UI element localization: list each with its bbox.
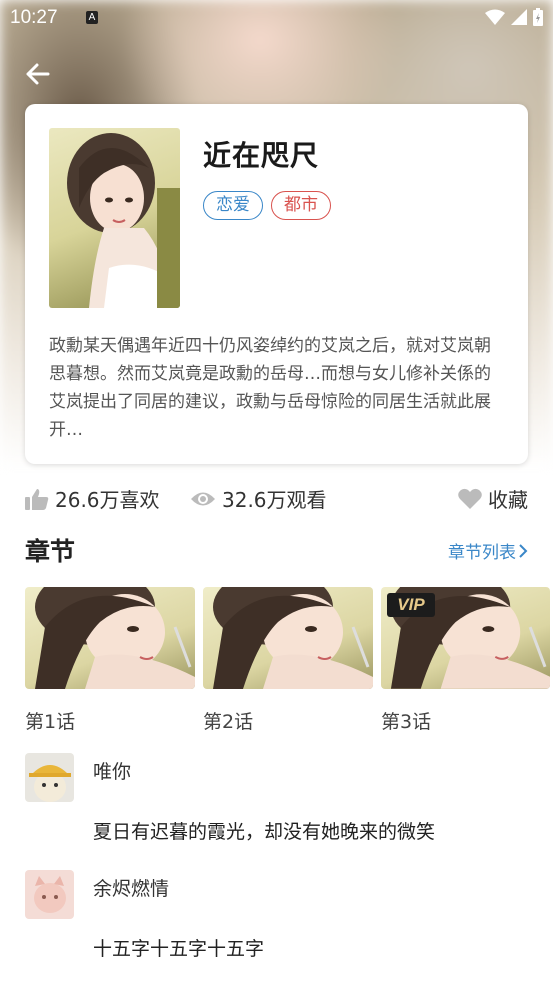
chapter-item[interactable]: 第1话: [25, 587, 195, 734]
notification-icon: A: [86, 11, 98, 24]
thumbs-up-icon: [25, 488, 49, 510]
chapter-list-label: 章节列表: [448, 543, 516, 563]
chapters-title: 章节: [25, 537, 76, 566]
favorite-button[interactable]: 收藏: [458, 484, 528, 513]
eye-icon: [191, 492, 215, 505]
comic-title: 近在咫尺: [203, 139, 320, 172]
vip-badge: VIP: [387, 593, 435, 617]
favorite-label: 收藏: [488, 488, 528, 512]
comic-cover-image: [49, 128, 180, 308]
chapter-item[interactable]: 第2话: [203, 587, 373, 734]
chapter-thumbnail: [203, 587, 373, 689]
views-count: 32.6万观看: [222, 488, 327, 512]
status-bar: 10:27 A: [0, 0, 553, 38]
chapter-label: 第1话: [25, 711, 76, 733]
tag-list: 恋爱 都市: [203, 191, 331, 220]
likes-count: 26.6万喜欢: [55, 488, 160, 512]
comic-info-card: 近在咫尺 恋爱 都市 政勳某天偶遇年近四十仍风姿绰约的艾岚之后，就对艾岚朝思暮想…: [25, 104, 528, 464]
tag-urban[interactable]: 都市: [271, 191, 331, 220]
chapter-thumbnail: VIP: [381, 587, 550, 689]
chapters-header: 章节 章节列表: [25, 530, 528, 566]
wifi-icon: [485, 9, 505, 25]
tag-romance[interactable]: 恋爱: [203, 191, 263, 220]
avatar[interactable]: [25, 753, 74, 802]
chapter-list-link[interactable]: 章节列表: [448, 538, 528, 563]
status-time: 10:27: [10, 7, 58, 28]
comment-text: 十五字十五字十五字: [93, 938, 265, 960]
comment-text: 夏日有迟暮的霞光，却没有她晚来的微笑: [93, 821, 436, 843]
arrow-left-icon: [26, 63, 50, 85]
views-stat: 32.6万观看: [190, 484, 327, 513]
comic-description: 政勳某天偶遇年近四十仍风姿绰约的艾岚之后，就对艾岚朝思暮想。然而艾岚竟是政勳的岳…: [49, 336, 491, 440]
back-button[interactable]: [22, 58, 54, 90]
chapter-label: 第2话: [203, 711, 254, 733]
comment-username: 余烬燃情: [93, 878, 170, 900]
chevron-right-icon: [519, 543, 528, 558]
likes-stat: 26.6万喜欢: [25, 484, 160, 513]
battery-icon: [533, 8, 543, 26]
chapter-item[interactable]: VIP 第3话: [381, 587, 550, 734]
chapter-thumbnail: [25, 587, 195, 689]
comment-username: 唯你: [93, 761, 132, 783]
avatar[interactable]: [25, 870, 74, 919]
signal-icon: [511, 9, 527, 25]
chapter-label: 第3话: [381, 711, 432, 733]
heart-icon: [458, 488, 482, 509]
stats-row: 26.6万喜欢 32.6万观看 收藏: [25, 484, 528, 514]
status-icons: [485, 8, 543, 26]
